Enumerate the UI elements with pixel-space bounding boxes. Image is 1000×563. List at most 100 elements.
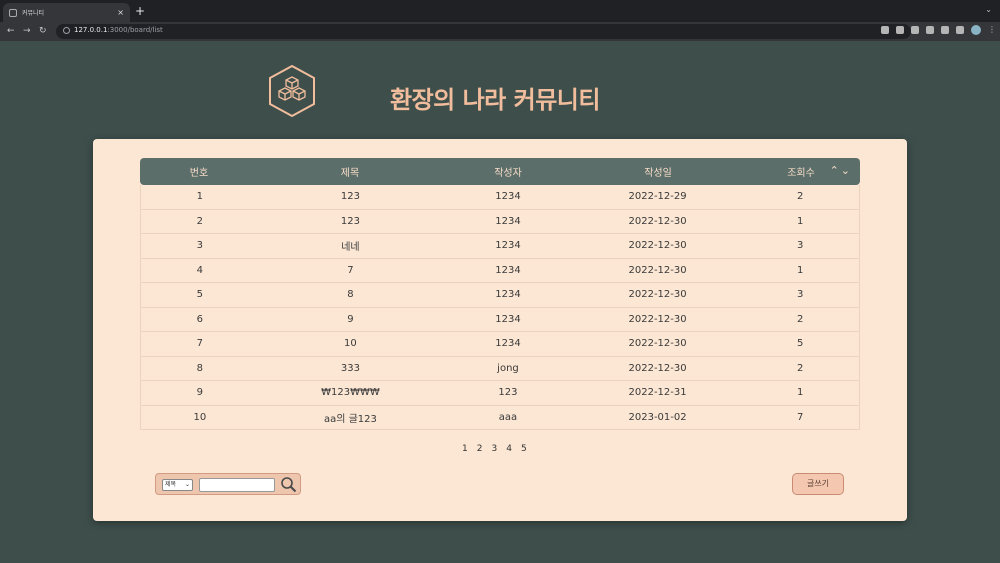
site-title: 환장의 나라 커뮤니티: [390, 86, 600, 114]
search-icon[interactable]: [280, 476, 297, 493]
cell-number: 10: [193, 411, 207, 423]
board-table: 번호 제목 작성자 작성일 조회수 ⌃⌄ 1 123 1234 2022-12-29 2…: [140, 158, 860, 430]
url-text: 127.0.0.1:3000/board/list: [74, 26, 163, 34]
cell-title[interactable]: 123: [259, 216, 442, 227]
header-number: 번호: [189, 168, 209, 179]
cell-title[interactable]: 9: [259, 314, 442, 325]
cell-date: 2022-12-30: [628, 289, 687, 301]
cell-title[interactable]: 10: [259, 338, 442, 349]
browser-toolbar: ← → ↻ 127.0.0.1:3000/board/list ⋮: [0, 22, 1000, 41]
cell-author: 1234: [495, 338, 521, 350]
cell-author: 1234: [495, 264, 521, 276]
search-input[interactable]: [199, 478, 275, 492]
translate-icon[interactable]: [881, 26, 889, 34]
cell-date: 2022-12-30: [628, 313, 687, 325]
back-icon[interactable]: ←: [7, 26, 15, 36]
page-link-2[interactable]: 2: [477, 444, 483, 454]
cell-views: 2: [796, 362, 804, 374]
address-bar[interactable]: 127.0.0.1:3000/board/list: [56, 24, 911, 39]
cell-views: 1: [796, 215, 804, 227]
cell-author: 1234: [495, 215, 521, 227]
cell-views: 3: [796, 289, 804, 301]
tab-search-icon[interactable]: ⌄: [985, 5, 992, 14]
cell-author: 123: [498, 387, 518, 399]
cell-number: 6: [196, 313, 204, 325]
profile-avatar[interactable]: [971, 25, 981, 35]
extension-icon[interactable]: [926, 26, 934, 34]
cell-title[interactable]: aa의 글123: [259, 410, 442, 425]
cell-title[interactable]: 8: [259, 289, 442, 300]
cell-date: 2022-12-30: [628, 338, 687, 350]
header-date: 작성일: [644, 168, 672, 179]
search-field-select[interactable]: 제목 ⌄: [162, 479, 193, 491]
page-link-3[interactable]: 3: [491, 444, 497, 454]
cell-author: aaa: [498, 411, 518, 423]
header-title: 제목: [340, 168, 360, 179]
table-row[interactable]: 3 네네 1234 2022-12-30 3: [140, 234, 860, 259]
cell-date: 2022-12-29: [628, 191, 687, 203]
cell-title[interactable]: 네네: [259, 238, 442, 253]
table-row[interactable]: 6 9 1234 2022-12-30 2: [140, 307, 860, 332]
board-panel: 번호 제목 작성자 작성일 조회수 ⌃⌄ 1 123 1234 2022-12-29 2…: [93, 139, 907, 521]
page-link-1[interactable]: 1: [462, 444, 468, 454]
tab-close-icon[interactable]: ×: [117, 8, 124, 17]
cell-date: 2022-12-30: [628, 240, 687, 252]
cell-number: 3: [196, 240, 204, 252]
new-tab-button[interactable]: +: [135, 4, 145, 18]
cell-date: 2022-12-31: [628, 387, 687, 399]
cell-author: 1234: [495, 191, 521, 203]
menu-icon[interactable]: ⋮: [988, 26, 996, 34]
table-row[interactable]: 2 123 1234 2022-12-30 1: [140, 209, 860, 234]
cell-title[interactable]: ₩123₩₩₩: [259, 387, 442, 398]
search-form: 제목 ⌄: [155, 473, 301, 495]
cell-number: 8: [196, 362, 204, 374]
cell-number: 5: [196, 289, 204, 301]
favicon-icon: [9, 8, 17, 17]
cell-date: 2023-01-02: [628, 411, 687, 423]
cell-number: 9: [196, 387, 204, 399]
tab-title: 커뮤니티: [22, 10, 45, 17]
cell-author: jong: [497, 362, 519, 374]
cell-views: 1: [796, 387, 804, 399]
cell-author: 1234: [495, 289, 521, 301]
table-row[interactable]: 5 8 1234 2022-12-30 3: [140, 283, 860, 308]
bookmark-star-icon[interactable]: [911, 26, 919, 34]
cell-views: 2: [796, 313, 804, 325]
browser-tab[interactable]: 커뮤니티 ×: [3, 3, 130, 22]
table-row[interactable]: 9 ₩123₩₩₩ 123 2022-12-31 1: [140, 381, 860, 406]
cell-title[interactable]: 333: [259, 363, 442, 374]
cell-date: 2022-12-30: [628, 215, 687, 227]
cell-views: 2: [796, 191, 804, 203]
cell-title[interactable]: 123: [259, 191, 442, 202]
cell-author: 1234: [495, 240, 521, 252]
share-icon[interactable]: [896, 26, 904, 34]
table-row[interactable]: 7 10 1234 2022-12-30 5: [140, 332, 860, 357]
table-row[interactable]: 1 123 1234 2022-12-29 2: [140, 185, 860, 210]
cell-title[interactable]: 7: [259, 265, 442, 276]
sort-toggle-icon[interactable]: ⌃⌄: [830, 164, 852, 177]
table-row[interactable]: 10 aa의 글123 aaa 2023-01-02 7: [140, 405, 860, 430]
cell-number: 2: [196, 215, 204, 227]
search-select-value: 제목: [165, 481, 177, 488]
cell-number: 7: [196, 338, 204, 350]
page-link-5[interactable]: 5: [521, 444, 527, 454]
puzzle-icon[interactable]: [941, 26, 949, 34]
table-row[interactable]: 8 333 jong 2022-12-30 2: [140, 356, 860, 381]
forward-icon[interactable]: →: [23, 26, 31, 36]
pagination: 1 2 3 4 5: [462, 444, 527, 454]
table-body: 1 123 1234 2022-12-29 2 2 123 1234 2022-12-30 1 3 네…: [140, 185, 860, 430]
hexagon-cubes-logo-icon[interactable]: [267, 64, 317, 118]
site-info-icon[interactable]: [63, 27, 70, 34]
side-panel-icon[interactable]: [956, 26, 964, 34]
cell-views: 1: [796, 264, 804, 276]
write-button[interactable]: 글쓰기: [792, 473, 844, 495]
page-link-4[interactable]: 4: [506, 444, 512, 454]
cell-date: 2022-12-30: [628, 264, 687, 276]
cell-number: 4: [196, 264, 204, 276]
reload-icon[interactable]: ↻: [39, 26, 47, 36]
table-row[interactable]: 4 7 1234 2022-12-30 1: [140, 258, 860, 283]
cell-author: 1234: [495, 313, 521, 325]
cell-date: 2022-12-30: [628, 362, 687, 374]
cell-number: 1: [196, 191, 204, 203]
toolbar-icons: ⋮: [881, 25, 996, 35]
